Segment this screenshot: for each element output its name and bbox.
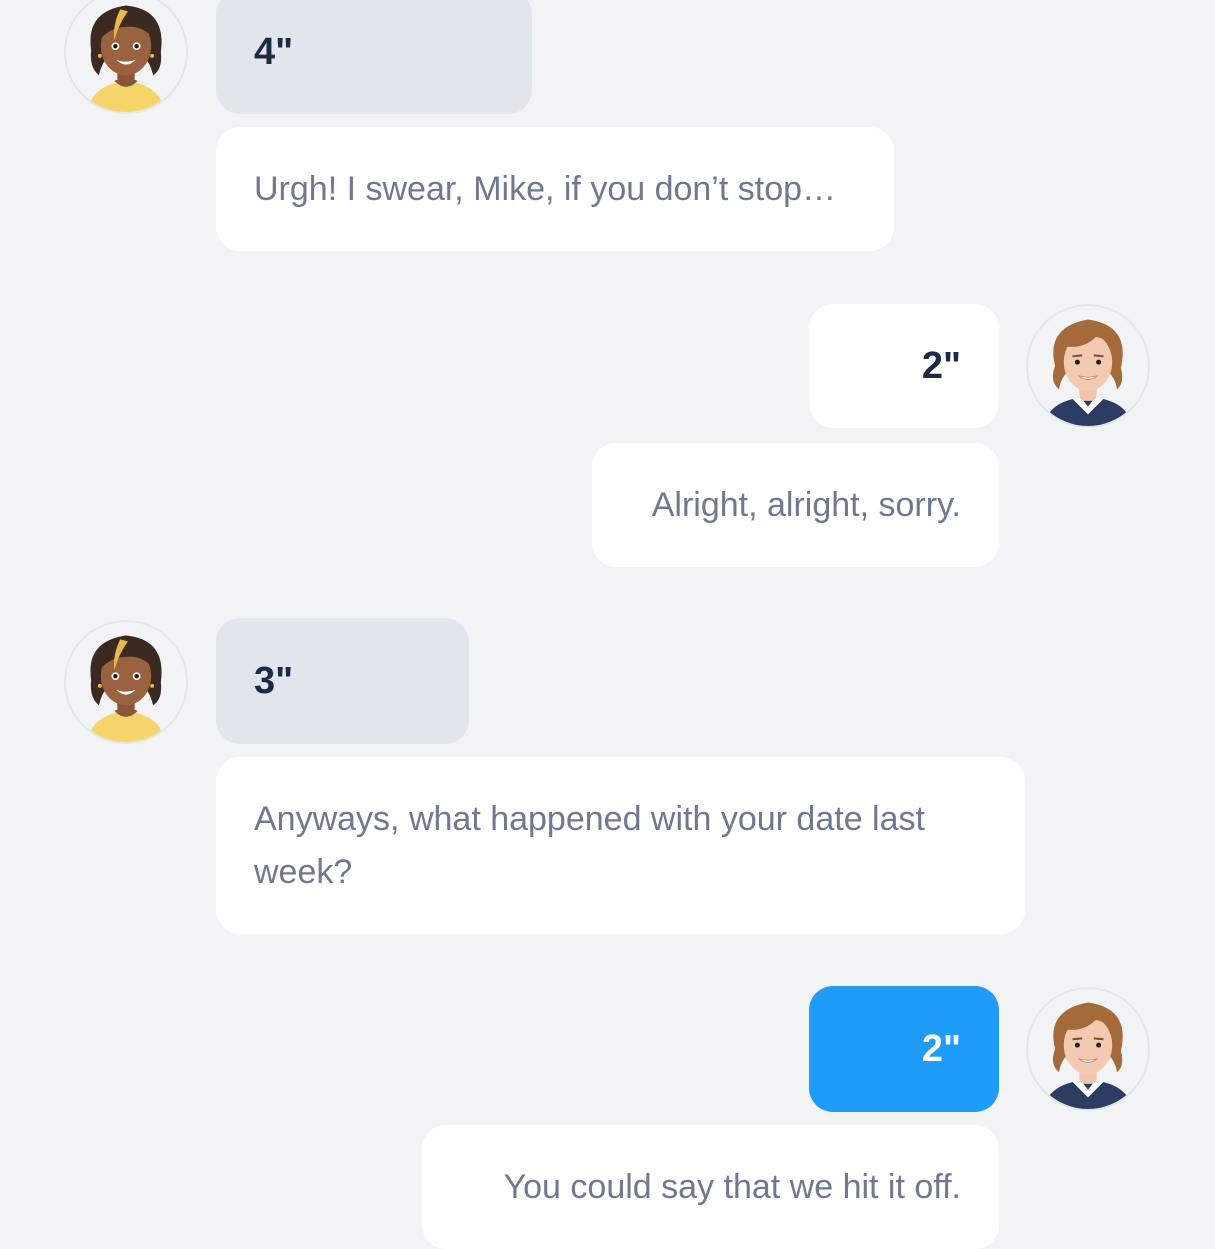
woman-avatar-icon	[64, 620, 188, 744]
woman-avatar-icon	[64, 0, 188, 114]
duration-badge[interactable]: 2"	[809, 304, 999, 428]
duration-badge-active[interactable]: 2"	[809, 986, 999, 1112]
message-bubble: Urgh! I swear, Mike, if you don’t stop…	[216, 127, 894, 251]
duration-badge[interactable]: 4"	[216, 0, 532, 114]
message-bubble: Alright, alright, sorry.	[592, 443, 999, 567]
message-bubble: You could say that we hit it off.	[422, 1125, 999, 1249]
message-bubble: Anyways, what happened with your date la…	[216, 757, 1025, 934]
man-avatar-icon	[1026, 987, 1150, 1111]
man-avatar-icon	[1026, 304, 1150, 428]
duration-badge[interactable]: 3"	[216, 618, 469, 744]
